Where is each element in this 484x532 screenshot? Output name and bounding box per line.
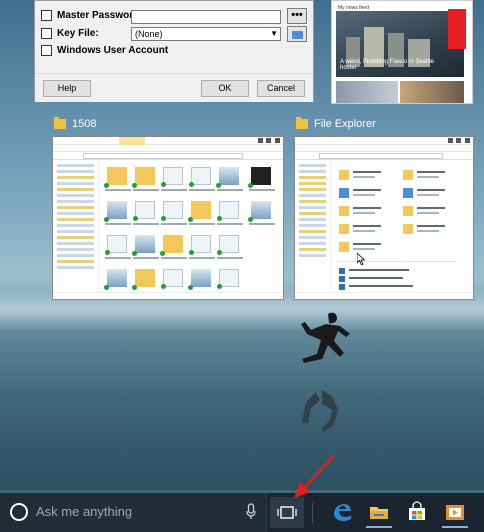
news-thumbnail[interactable] [336, 81, 398, 103]
maximize-icon [456, 138, 461, 143]
mouse-cursor-icon [356, 252, 366, 266]
edge-taskbar-button[interactable] [325, 497, 359, 528]
address-box [319, 153, 443, 159]
dialog-button-bar: Help OK Cancel [35, 73, 313, 102]
news-side-tile[interactable] [448, 9, 466, 49]
navigation-pane [53, 161, 99, 291]
address-bar [53, 152, 283, 160]
store-icon [409, 501, 425, 520]
status-bar [295, 292, 473, 299]
minimize-icon [258, 138, 263, 143]
news-app-window[interactable]: My news feed A weird, Plumbing Fiasco in… [331, 0, 473, 104]
file-thumbnail [104, 167, 127, 188]
show-password-button[interactable]: ••• [287, 8, 307, 24]
edge-icon [334, 504, 351, 521]
file-thumbnail [104, 269, 127, 290]
key-file-checkbox[interactable] [41, 28, 52, 39]
chevron-down-icon: ▼ [270, 29, 278, 38]
file-thumbnail [189, 235, 211, 255]
address-bar [295, 152, 473, 160]
close-icon [465, 138, 470, 143]
window-title: 1508 [72, 118, 97, 130]
file-thumbnail [188, 201, 211, 222]
master-password-row: Master Password: [41, 10, 143, 21]
address-box [83, 153, 243, 159]
master-password-label: Master Password: [57, 10, 143, 21]
file-thumbnail [161, 269, 183, 289]
window-title: File Explorer [314, 118, 376, 130]
ribbon-tab-picture-tools [119, 137, 145, 145]
file-thumbnail [132, 269, 155, 290]
key-file-label: Key File: [57, 28, 99, 39]
task-view-title-file-explorer: File Explorer [296, 117, 376, 130]
ok-button[interactable]: OK [201, 80, 249, 97]
file-thumbnail [132, 235, 155, 256]
windows-account-checkbox[interactable] [41, 45, 52, 56]
folder-icon [54, 117, 66, 129]
media-player-taskbar-button[interactable] [438, 497, 472, 528]
file-explorer-icon [370, 507, 388, 519]
file-explorer-taskbar-button[interactable] [362, 497, 396, 528]
key-file-select[interactable]: (None) ▼ [131, 27, 281, 41]
master-password-field[interactable] [131, 10, 281, 24]
navigation-pane [295, 161, 331, 291]
task-view-window-file-explorer[interactable] [294, 136, 474, 300]
quick-access-content [335, 163, 471, 291]
file-thumbnail [217, 201, 239, 221]
file-thumbnail [104, 201, 127, 222]
cortana-search-box[interactable]: Ask me anything [0, 493, 267, 532]
windows-account-label: Windows User Account [57, 45, 169, 56]
window-titlebar [53, 137, 283, 145]
task-view-title-1508: 1508 [54, 117, 97, 130]
task-view-window-1508[interactable] [52, 136, 284, 300]
keepass-login-dialog: Master Password: ••• Key File: (None) ▼ … [34, 0, 314, 102]
close-icon [275, 138, 280, 143]
runner-silhouette [301, 312, 350, 432]
taskbar-divider [312, 503, 313, 523]
file-thumbnail [217, 235, 239, 255]
ribbon [295, 145, 473, 152]
ribbon [53, 145, 283, 152]
file-thumbnail [248, 167, 271, 188]
master-password-checkbox[interactable] [41, 10, 52, 21]
file-thumbnail [161, 167, 183, 187]
status-bar [53, 292, 283, 299]
file-thumbnail [132, 167, 155, 188]
news-hero-image[interactable]: A weird, Plumbing Fiasco in Seattle host… [336, 11, 464, 77]
minimize-icon [448, 138, 453, 143]
file-grid [103, 163, 281, 291]
file-thumbnail [188, 269, 211, 290]
task-view-icon [277, 506, 297, 519]
task-view-button[interactable] [270, 497, 304, 528]
file-thumbnail [216, 167, 239, 188]
browse-key-file-button[interactable] [287, 26, 307, 42]
file-thumbnail [161, 201, 183, 221]
store-taskbar-button[interactable] [400, 497, 434, 528]
file-thumbnail [133, 201, 155, 221]
windows-account-row: Windows User Account [41, 45, 168, 56]
key-file-value: (None) [135, 29, 163, 39]
taskbar: Ask me anything [0, 493, 484, 532]
file-thumbnail [160, 235, 183, 256]
desktop: Master Password: ••• Key File: (None) ▼ … [0, 0, 484, 532]
news-thumbnail[interactable] [400, 81, 464, 103]
window-titlebar [295, 137, 473, 145]
file-thumbnail [105, 235, 127, 255]
help-button[interactable]: Help [43, 80, 91, 97]
folder-icon [296, 117, 308, 129]
search-placeholder: Ask me anything [36, 504, 133, 519]
file-thumbnail [217, 269, 239, 289]
news-hero-caption: A weird, Plumbing Fiasco in Seattle host… [340, 59, 435, 71]
microphone-icon[interactable] [246, 503, 256, 521]
cortana-icon [10, 503, 28, 521]
key-file-row: Key File: [41, 28, 99, 39]
file-thumbnail [248, 201, 271, 222]
maximize-icon [266, 138, 271, 143]
cancel-button[interactable]: Cancel [257, 80, 305, 97]
annotation-arrow [294, 455, 335, 498]
file-thumbnail [189, 167, 211, 187]
media-player-icon [446, 505, 464, 520]
folder-icon [292, 31, 303, 39]
